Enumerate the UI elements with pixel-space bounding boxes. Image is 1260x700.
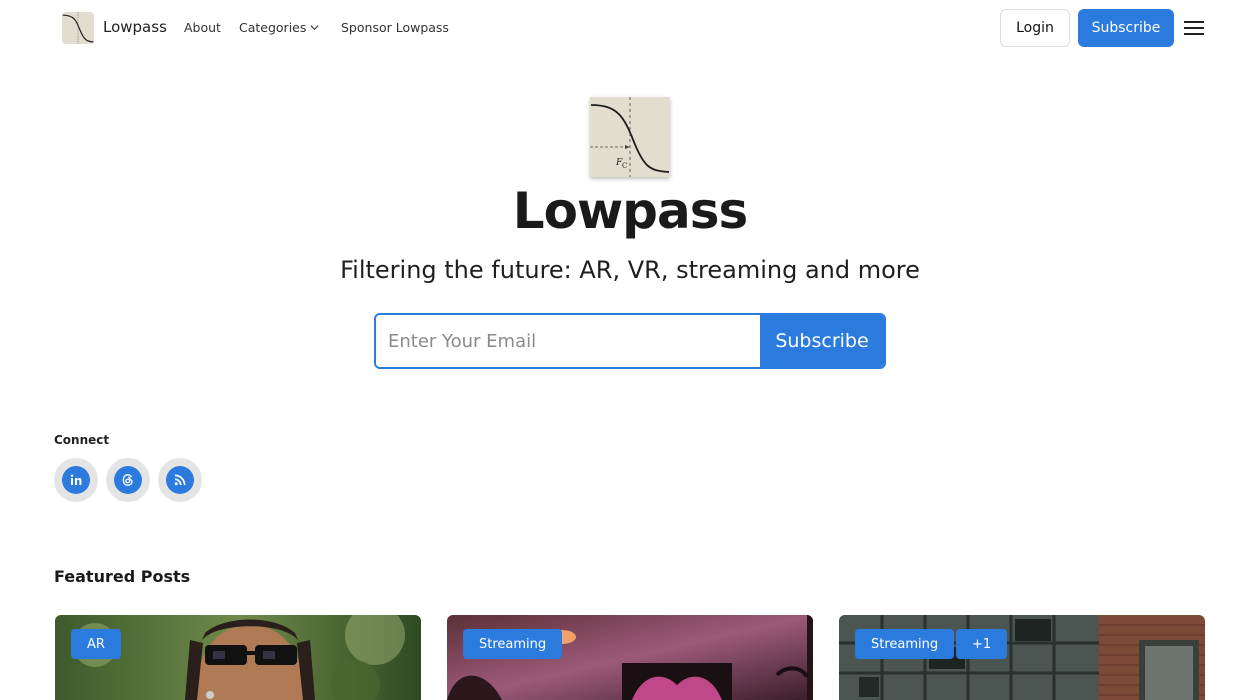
newsletter-subscribe-button[interactable]: Subscribe	[760, 315, 884, 367]
post-tag[interactable]: AR	[71, 629, 121, 659]
rss-icon	[174, 474, 186, 486]
nav-brand[interactable]: Lowpass	[103, 18, 167, 36]
featured-post-card[interactable]: Streaming +1	[839, 615, 1205, 700]
svg-text:C: C	[622, 162, 627, 170]
rss-button[interactable]	[158, 458, 202, 502]
featured-post-card[interactable]: Streaming	[447, 615, 813, 700]
linkedin-icon	[70, 474, 82, 485]
connect-label: Connect	[54, 433, 110, 447]
subscribe-button[interactable]: Subscribe	[1078, 9, 1174, 47]
newsletter-form: Subscribe	[374, 313, 886, 369]
login-button[interactable]: Login	[1000, 9, 1070, 47]
featured-posts-heading: Featured Posts	[54, 567, 191, 586]
site-logo-icon[interactable]	[62, 12, 94, 44]
threads-icon	[122, 474, 133, 486]
top-nav: Lowpass About Categories Sponsor Lowpass…	[0, 0, 1260, 56]
post-tag[interactable]: Streaming	[463, 629, 563, 659]
featured-post-card[interactable]: AR	[55, 615, 421, 700]
chevron-down-icon[interactable]	[309, 22, 320, 33]
nav-link-sponsor[interactable]: Sponsor Lowpass	[341, 20, 449, 35]
hamburger-menu-icon[interactable]	[1184, 19, 1204, 37]
post-tag-more[interactable]: +1	[956, 629, 1008, 659]
email-field[interactable]	[376, 315, 760, 367]
nav-link-about[interactable]: About	[184, 20, 221, 35]
page-title: Lowpass	[512, 182, 748, 240]
linkedin-button[interactable]	[54, 458, 98, 502]
nav-link-categories[interactable]: Categories	[239, 20, 306, 35]
page-subtitle: Filtering the future: AR, VR, streaming …	[340, 256, 920, 284]
post-tag[interactable]: Streaming	[855, 629, 955, 659]
hero-logo-icon: F C	[590, 97, 670, 177]
threads-button[interactable]	[106, 458, 150, 502]
